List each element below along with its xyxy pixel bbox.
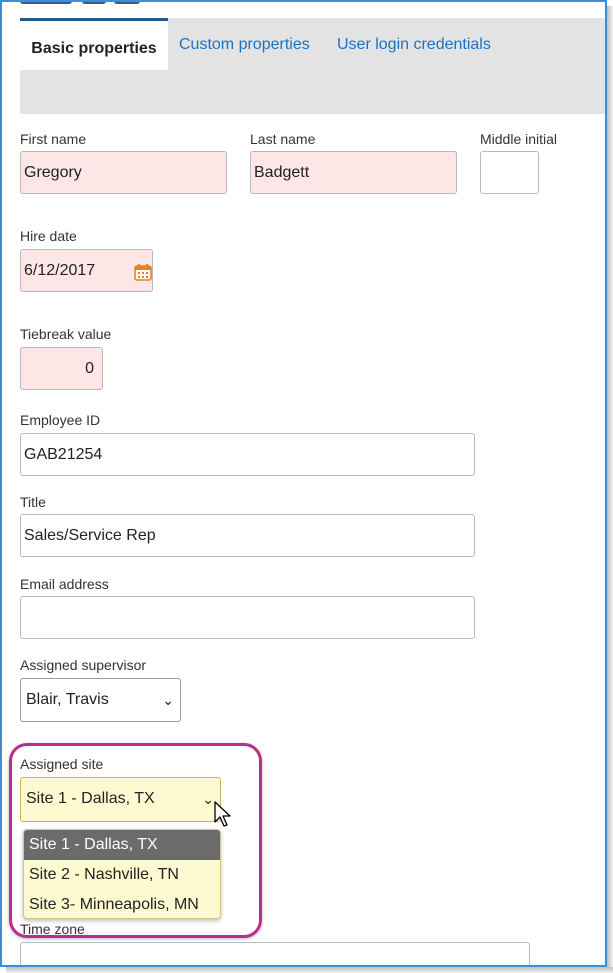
site-option[interactable]: Site 2 - Nashville, TN: [24, 860, 220, 890]
tiebreak-field[interactable]: [20, 347, 103, 390]
tab-basic-properties[interactable]: Basic properties: [20, 18, 168, 70]
tab-custom-properties[interactable]: Custom properties: [179, 20, 310, 70]
hire-date-label: Hire date: [20, 228, 77, 244]
middle-initial-field[interactable]: [480, 151, 539, 194]
toolbar-button-stub[interactable]: [20, 2, 72, 4]
chevron-down-icon: ⌄: [202, 791, 214, 807]
chevron-down-icon: ⌄: [162, 692, 174, 708]
middle-initial-label: Middle initial: [480, 131, 558, 147]
email-label: Email address: [20, 576, 109, 592]
window-shadow-right: [607, 6, 613, 973]
assigned-site-select[interactable]: Site 1 - Dallas, TX ⌄: [20, 777, 221, 822]
mouse-cursor-icon: [214, 801, 231, 827]
first-name-field[interactable]: [20, 151, 227, 194]
first-name-label: First name: [20, 131, 87, 147]
supervisor-label: Assigned supervisor: [20, 657, 147, 673]
employee-form-window: Basic properties Custom properties User …: [0, 0, 607, 967]
calendar-icon[interactable]: [134, 264, 152, 281]
employee-id-label: Employee ID: [20, 412, 101, 428]
tiebreak-label: Tiebreak value: [20, 326, 112, 342]
last-name-label: Last name: [250, 131, 316, 147]
time-zone-select[interactable]: [20, 942, 530, 965]
window-shadow-bottom: [6, 967, 613, 973]
employee-id-field[interactable]: [20, 433, 475, 476]
tab-user-login-credentials[interactable]: User login credentials: [337, 20, 491, 70]
time-zone-label: Time zone: [20, 921, 85, 937]
assigned-site-label: Assigned site: [20, 756, 104, 772]
email-field[interactable]: [20, 596, 475, 639]
toolbar-button-stub[interactable]: [82, 2, 106, 4]
title-label: Title: [20, 494, 46, 510]
title-field[interactable]: [20, 514, 475, 557]
last-name-field[interactable]: [250, 151, 457, 194]
toolbar-button-stub[interactable]: [114, 2, 140, 4]
assigned-site-selected-value: Site 1 - Dallas, TX: [26, 790, 155, 807]
site-option[interactable]: Site 3- Minneapolis, MN: [24, 890, 220, 918]
site-option[interactable]: Site 1 - Dallas, TX: [24, 830, 220, 860]
supervisor-selected-value: Blair, Travis: [26, 691, 109, 708]
supervisor-select[interactable]: Blair, Travis ⌄: [20, 678, 181, 722]
assigned-site-dropdown: Site 1 - Dallas, TX Site 2 - Nashville, …: [23, 829, 221, 919]
